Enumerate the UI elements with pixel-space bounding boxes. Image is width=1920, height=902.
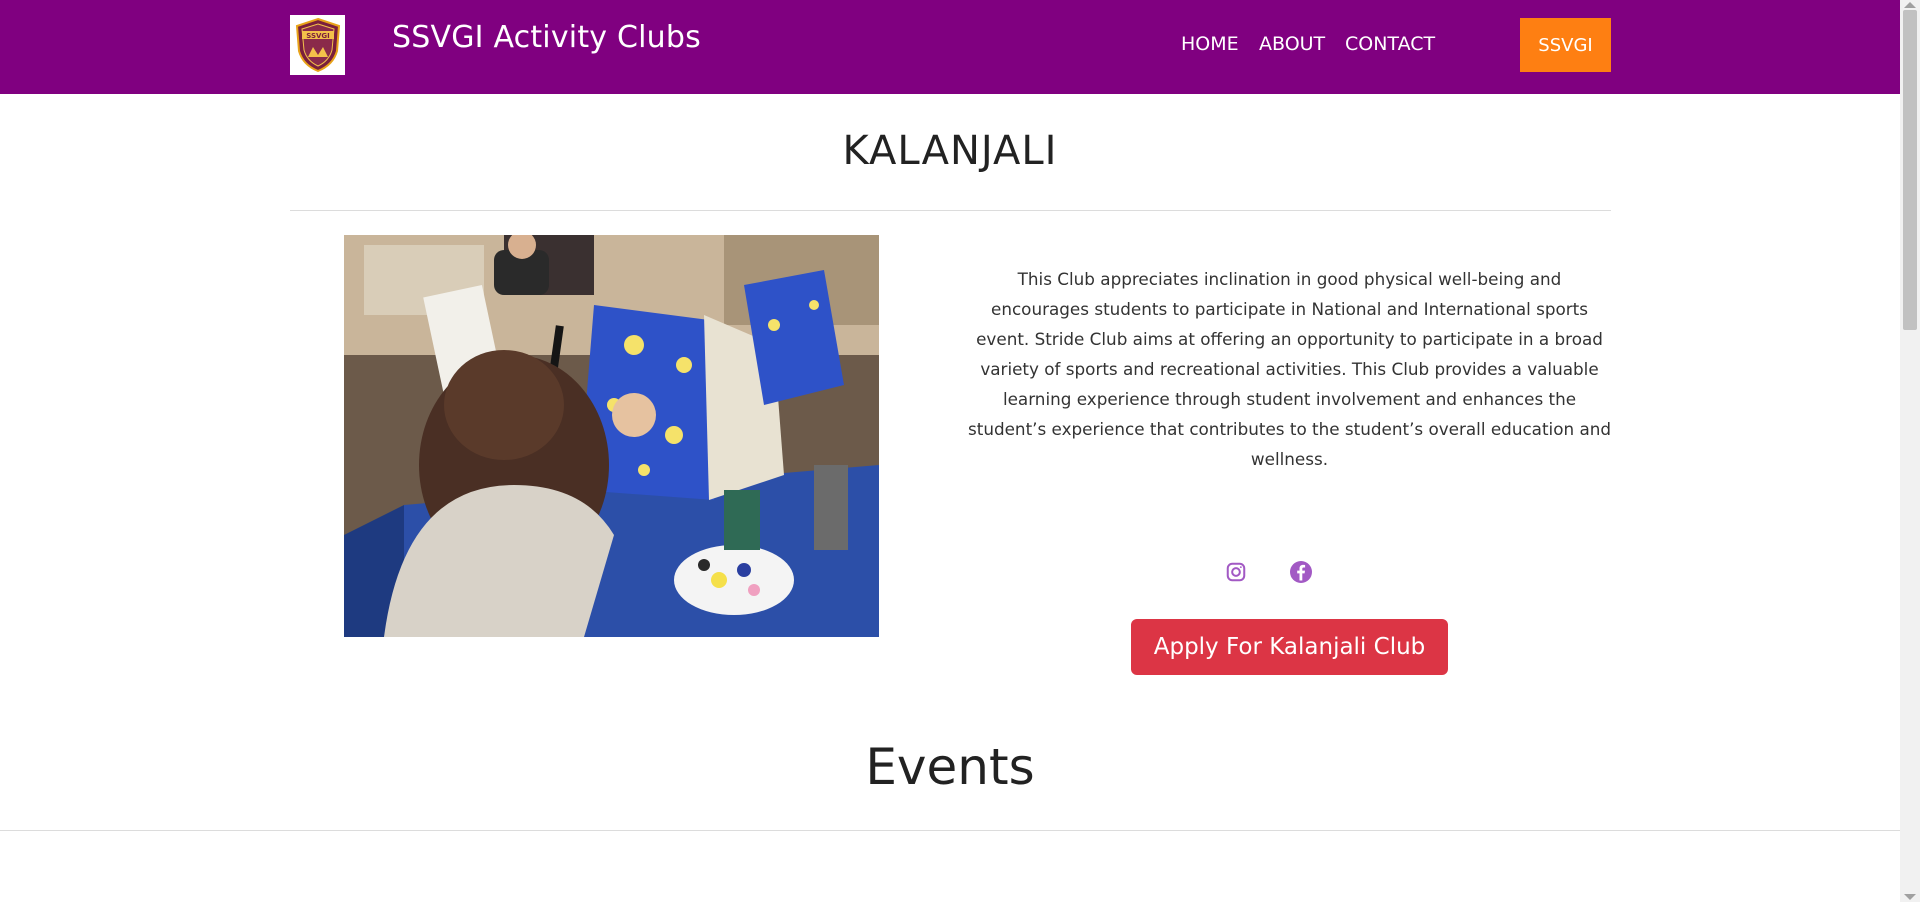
scroll-thumb[interactable] [1903, 10, 1917, 330]
svg-text:SSVGI: SSVGI [306, 32, 330, 40]
nav-home-link[interactable]: HOME [1181, 33, 1239, 55]
facebook-link[interactable] [1288, 559, 1314, 585]
navbar: SSVGI SSVGI Activity Clubs HOME ABOUT CO… [0, 0, 1900, 94]
nav-about-link[interactable]: ABOUT [1259, 33, 1325, 55]
events-divider [0, 830, 1900, 831]
events-heading: Events [865, 738, 1035, 796]
club-description: This Club appreciates inclination in goo… [968, 269, 1612, 469]
scroll-up-arrow-icon[interactable] [1904, 2, 1916, 8]
scroll-down-arrow-icon[interactable] [1904, 894, 1916, 900]
brand-title[interactable]: SSVGI Activity Clubs [392, 20, 701, 55]
facebook-icon [1290, 561, 1312, 583]
club-photo [344, 235, 879, 637]
shield-logo-icon: SSVGI [295, 17, 340, 73]
instagram-link[interactable] [1223, 559, 1249, 585]
ssvgi-logo[interactable]: SSVGI [290, 15, 345, 75]
page-scrollbar[interactable] [1900, 0, 1920, 902]
section-divider [290, 210, 1611, 211]
ssvgi-button[interactable]: SSVGI [1520, 18, 1611, 72]
instagram-icon [1226, 562, 1246, 582]
painting-class-image [344, 235, 879, 637]
club-title: KALANJALI [842, 128, 1058, 174]
apply-club-button[interactable]: Apply For Kalanjali Club [1131, 619, 1448, 675]
nav-contact-link[interactable]: CONTACT [1345, 33, 1435, 55]
